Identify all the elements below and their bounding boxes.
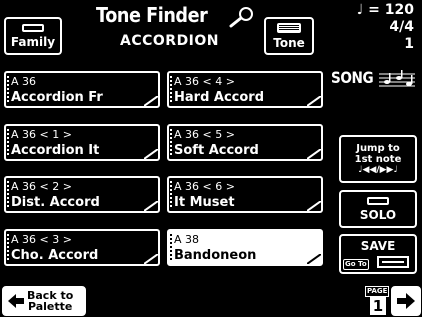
dotted-marker (7, 181, 10, 211)
solo-button[interactable]: SOLO (339, 190, 417, 228)
back-label-line2: Palette (27, 300, 73, 313)
tone-code: A 38 (174, 233, 200, 246)
tone-label: Tone (273, 35, 305, 50)
tone-name: Soft Accord (174, 143, 259, 158)
page-fold-icon (144, 254, 158, 264)
song-score-icon (379, 70, 415, 87)
page-title: Tone Finder (96, 3, 208, 27)
dotted-marker (7, 234, 10, 264)
tone-box-icon (277, 22, 301, 33)
song-label: SONG (331, 68, 374, 87)
tempo-display: ♩ = 120 4/4 1 (357, 2, 414, 53)
page-label: PAGE (365, 286, 390, 297)
magnifier-icon (229, 7, 253, 28)
tone-code: A 36 < 2 > (11, 180, 72, 193)
tone-cell[interactable]: A 36 < 4 > Hard Accord (167, 71, 323, 108)
tone-code: A 36 < 3 > (11, 233, 72, 246)
tone-name: Bandoneon (174, 248, 257, 263)
save-label: SAVE (360, 239, 396, 253)
tone-cell[interactable]: A 36 < 6 > It Muset (167, 176, 323, 213)
tone-cell[interactable]: A 36 < 1 > Accordion It (4, 124, 160, 161)
solo-box-icon (367, 196, 389, 205)
time-signature: 4/4 (389, 19, 414, 35)
dotted-marker (7, 76, 10, 106)
tone-name: Dist. Accord (11, 195, 100, 210)
page-number: 1 (370, 297, 386, 315)
tone-code: A 36 < 4 > (174, 75, 235, 88)
page-fold-icon (144, 149, 158, 159)
tone-name: Cho. Accord (11, 248, 99, 263)
tone-cell[interactable]: A 36 Accordion Fr (4, 71, 160, 108)
page-fold-icon (307, 254, 321, 264)
tone-cell[interactable]: A 36 < 5 > Soft Accord (167, 124, 323, 161)
category-label: ACCORDION (120, 33, 220, 49)
tone-code: A 36 < 6 > (174, 180, 235, 193)
tone-name: It Muset (174, 195, 235, 210)
save-button[interactable]: SAVE Go To (339, 234, 417, 274)
tempo-value: ♩ = 120 (356, 2, 414, 18)
jump-symbols-icon: ♩◀◀/▶▶♩ (358, 164, 398, 175)
dotted-marker (170, 181, 173, 211)
page-fold-icon (307, 96, 321, 106)
arrow-left-icon (8, 294, 24, 308)
tone-button[interactable]: Tone (264, 17, 314, 55)
jump-to-first-note-button[interactable]: Jump to 1st note ♩◀◀/▶▶♩ (339, 135, 417, 183)
family-box-icon (22, 23, 44, 32)
page-indicator: PAGE 1 (365, 286, 390, 316)
solo-label: SOLO (359, 207, 397, 222)
tone-code: A 36 < 1 > (11, 128, 72, 141)
family-button[interactable]: Family (4, 17, 62, 55)
tone-code: A 36 < 5 > (174, 128, 235, 141)
page-fold-icon (307, 149, 321, 159)
page-fold-icon (307, 201, 321, 211)
tone-cell[interactable]: A 38 Bandoneon (167, 229, 323, 266)
disk-icon (377, 256, 409, 268)
tone-name: Hard Accord (174, 90, 265, 105)
page-fold-icon (144, 96, 158, 106)
jump-label-line1: Jump to (356, 142, 400, 154)
dotted-marker (170, 129, 173, 159)
tone-code: A 36 (11, 75, 37, 88)
jump-label-line2: 1st note (354, 153, 402, 165)
tone-cell[interactable]: A 36 < 3 > Cho. Accord (4, 229, 160, 266)
song-indicator: SONG (331, 68, 417, 94)
dotted-marker (170, 234, 173, 264)
dotted-marker (7, 129, 10, 159)
goto-label: Go To (343, 259, 369, 270)
back-to-palette-button[interactable]: Back to Palette (2, 286, 86, 316)
family-label: Family (10, 34, 56, 49)
tone-name: Accordion It (11, 143, 100, 158)
tone-name: Accordion Fr (11, 90, 103, 105)
next-page-button[interactable] (391, 286, 421, 316)
tone-cell[interactable]: A 36 < 2 > Dist. Accord (4, 176, 160, 213)
page-fold-icon (144, 201, 158, 211)
measure-number: 1 (404, 36, 414, 52)
dotted-marker (170, 76, 173, 106)
arrow-right-icon (397, 293, 415, 309)
